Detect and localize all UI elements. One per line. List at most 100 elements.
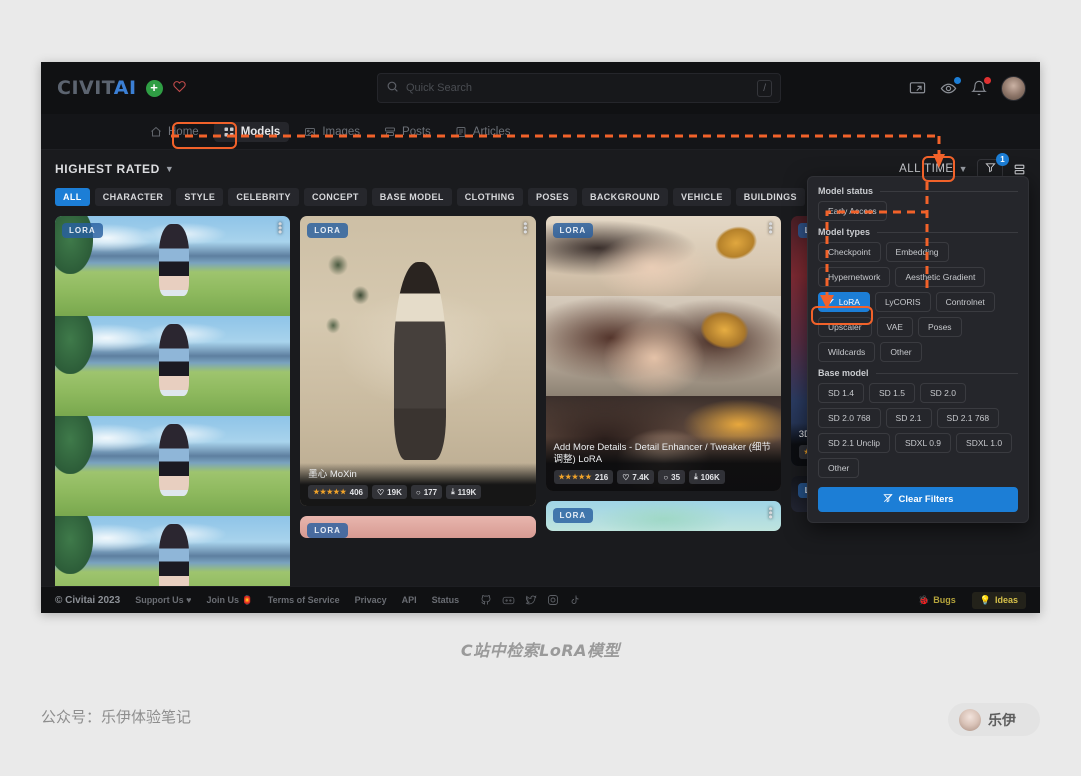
footer-link-privacy[interactable]: Privacy <box>355 595 387 605</box>
layout-icon[interactable] <box>1012 162 1026 176</box>
category-chip-character[interactable]: CHARACTER <box>94 188 172 206</box>
more-vertical-icon[interactable]: ••• <box>769 218 773 238</box>
nav-item-home[interactable]: Home <box>141 122 208 142</box>
filter-option-sdxl-10[interactable]: SDXL 1.0 <box>956 433 1013 453</box>
sort-dropdown[interactable]: HIGHEST RATED ▼ <box>55 162 174 176</box>
nav-item-models[interactable]: Models <box>213 121 290 142</box>
filter-option-early-access[interactable]: Early Access <box>818 201 887 221</box>
buzz-badge-dot <box>954 76 961 84</box>
nav-item-images[interactable]: Images <box>295 122 369 142</box>
search-input[interactable] <box>406 82 758 94</box>
nav-item-posts[interactable]: Posts <box>375 122 440 142</box>
logo-text-ai: AI <box>113 77 137 99</box>
category-chip-celebrity[interactable]: CELEBRITY <box>228 188 299 206</box>
category-chip-concept[interactable]: CONCEPT <box>303 188 367 206</box>
stat-likes-value: 7.4K <box>632 472 650 482</box>
twitter-icon[interactable] <box>525 594 537 606</box>
filter-option-aesthetic-gradient[interactable]: Aesthetic Gradient <box>895 267 986 287</box>
filter-off-icon <box>882 493 893 506</box>
github-icon[interactable] <box>480 594 492 606</box>
footer-link-api[interactable]: API <box>402 595 417 605</box>
category-chip-clothing[interactable]: CLOTHING <box>456 188 523 206</box>
stat-comments: ○ 177 <box>410 485 443 499</box>
comment-icon: ○ <box>415 487 421 497</box>
filter-option-sd-21[interactable]: SD 2.1 <box>885 408 932 428</box>
artwork-portrait-butterfly-2 <box>545 296 781 396</box>
model-type-badge: LORA <box>307 223 348 238</box>
model-card-moxin[interactable]: LORA • • • 墨心 MoXin ★★★★★ 406 ♡ 19K ○ 17… <box>300 216 536 506</box>
category-chip-poses[interactable]: POSES <box>527 188 577 206</box>
civitai-logo[interactable]: CIVITAI + <box>57 77 187 99</box>
filter-option-sd-15[interactable]: SD 1.5 <box>869 383 915 403</box>
filter-option-lora[interactable]: ✔ LoRA <box>818 292 870 312</box>
more-vertical-icon[interactable]: ••• <box>278 218 282 238</box>
filter-section-title: Model types <box>818 227 871 237</box>
category-chip-all[interactable]: ALL <box>55 188 90 206</box>
filter-option-wildcards[interactable]: Wildcards <box>818 342 876 362</box>
model-card-partial-green[interactable]: LORA • • • <box>545 501 781 531</box>
brand-name-label: 乐伊 <box>988 712 1016 729</box>
filter-option-hypernetwork[interactable]: Hypernetwork <box>818 267 891 287</box>
stat-rating: ★★★★★ 216 <box>553 470 614 484</box>
filter-options-model-status: Early Access <box>818 201 1018 221</box>
category-chip-vehicle[interactable]: VEHICLE <box>672 188 731 206</box>
filter-option-checkpoint[interactable]: Checkpoint <box>818 242 881 262</box>
filter-option-other-type[interactable]: Other <box>880 342 922 362</box>
filter-option-upscaler[interactable]: Upscaler <box>818 317 872 337</box>
bugs-button[interactable]: 🐞 Bugs <box>910 592 964 609</box>
filter-option-lycoris[interactable]: LyCORIS <box>874 292 931 312</box>
footer-link-join-us[interactable]: Join Us 🏮 <box>207 595 253 606</box>
screen-share-icon[interactable] <box>909 80 926 97</box>
search-shortcut-key: / <box>757 79 772 97</box>
model-card-add-more-details[interactable]: LORA • • • Add More Details - Detail Enhan… <box>545 216 781 491</box>
model-card-title: 墨心 MoXin <box>308 469 357 480</box>
filter-option-embedding[interactable]: Embedding <box>885 242 949 262</box>
buzz-icon[interactable] <box>940 76 961 97</box>
filter-option-vae[interactable]: VAE <box>876 317 913 337</box>
heart-icon[interactable] <box>172 80 187 96</box>
time-period-dropdown[interactable]: ALL TIME ▼ <box>899 163 968 175</box>
filter-option-sd-21-unclip[interactable]: SD 2.1 Unclip <box>818 433 890 453</box>
model-type-badge: LORA <box>552 508 594 523</box>
footer-link-support-us[interactable]: Support Us ♥ <box>135 595 191 605</box>
category-chip-style[interactable]: STYLE <box>176 188 224 206</box>
filter-option-sd-14[interactable]: SD 1.4 <box>818 383 864 403</box>
bug-icon: 🐞 <box>918 594 930 605</box>
filter-option-sd-20[interactable]: SD 2.0 <box>920 383 966 403</box>
download-icon: ⤓ <box>694 472 698 481</box>
more-vertical-icon[interactable]: ••• <box>769 503 773 523</box>
home-icon <box>150 126 162 138</box>
nav-item-articles[interactable]: Articles <box>446 122 520 142</box>
filter-option-controlnet[interactable]: Controlnet <box>935 292 995 312</box>
filter-option-poses[interactable]: Poses <box>917 317 962 337</box>
quick-search-box[interactable]: / <box>377 73 781 103</box>
user-avatar[interactable] <box>1001 75 1026 101</box>
grid-icon <box>223 126 235 138</box>
nav-label-posts: Posts <box>402 125 431 138</box>
model-card[interactable]: LORA • • • <box>55 216 291 586</box>
clear-filters-button[interactable]: Clear Filters <box>818 487 1018 512</box>
ideas-button[interactable]: 💡 Ideas <box>971 591 1026 609</box>
create-plus-button[interactable]: + <box>145 79 163 97</box>
model-type-badge: LORA <box>62 223 103 238</box>
instagram-icon[interactable] <box>547 594 559 606</box>
clear-filters-label: Clear Filters <box>898 494 954 505</box>
more-vertical-icon[interactable]: ••• <box>523 218 527 238</box>
tiktok-icon[interactable] <box>569 594 581 606</box>
filter-option-sdxl-09[interactable]: SDXL 0.9 <box>894 433 952 453</box>
brand-badge: 乐伊 <box>948 703 1040 736</box>
filter-option-sd-21-768[interactable]: SD 2.1 768 <box>936 408 1000 428</box>
model-card-partial-pink[interactable]: LORA <box>300 516 536 538</box>
category-chip-base-model[interactable]: BASE MODEL <box>371 188 452 206</box>
notifications-bell-icon[interactable] <box>971 77 991 96</box>
logo-wordmark: CIVITAI <box>57 77 137 99</box>
footer-link-status[interactable]: Status <box>432 595 460 605</box>
category-chip-buildings[interactable]: BUILDINGS <box>735 188 805 206</box>
filter-option-sd-20-768[interactable]: SD 2.0 768 <box>818 408 881 428</box>
discord-icon[interactable] <box>502 594 515 607</box>
image-icon <box>304 126 316 138</box>
filter-option-other-base[interactable]: Other <box>818 458 860 478</box>
footer-link-terms-of-service[interactable]: Terms of Service <box>268 595 340 605</box>
category-chip-background[interactable]: BACKGROUND <box>581 188 668 206</box>
model-type-badge: LORA <box>552 223 594 238</box>
